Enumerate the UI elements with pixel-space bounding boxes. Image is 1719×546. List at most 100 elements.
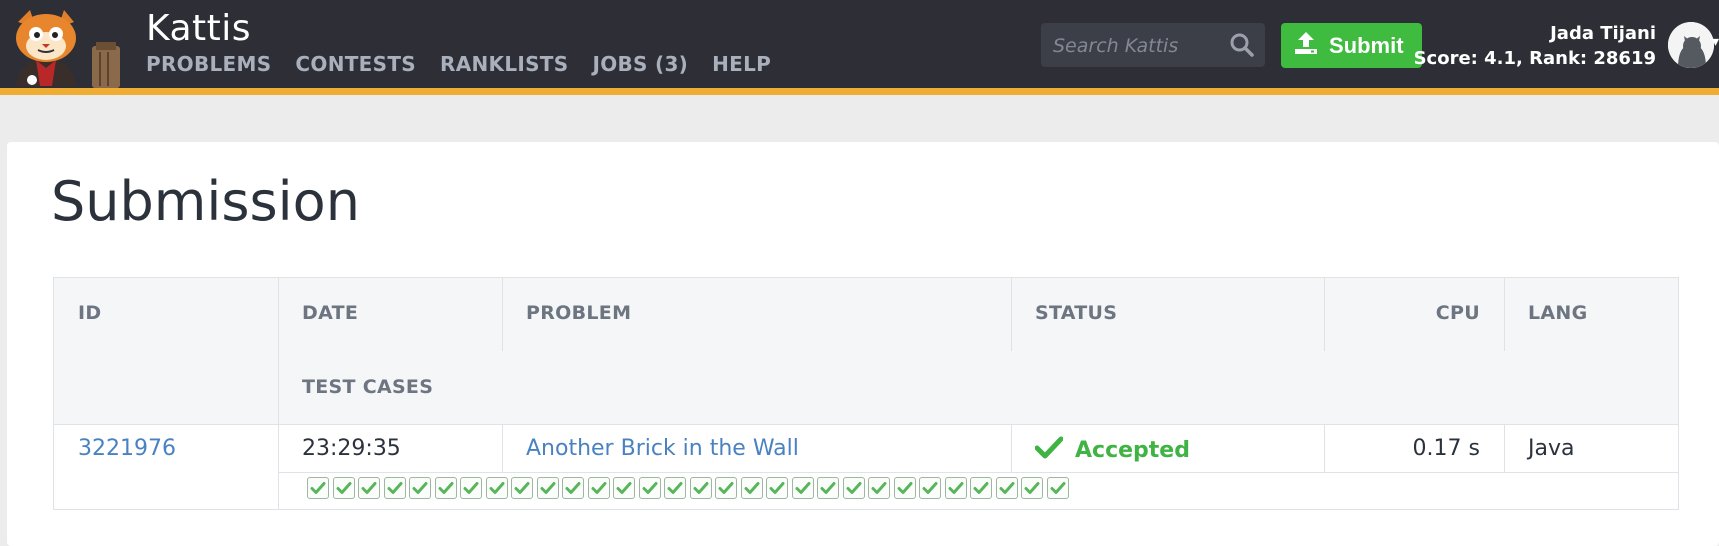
test-case-result[interactable] — [970, 477, 992, 499]
id-header-span — [54, 351, 278, 424]
table-header-row-test-cases — [54, 351, 1678, 425]
test-case-result[interactable] — [1046, 477, 1069, 499]
test-case-result[interactable] — [562, 477, 584, 499]
test-case-result[interactable] — [434, 477, 457, 499]
nav-ranklists[interactable]: RANKLISTS — [440, 52, 568, 76]
test-case-result[interactable] — [460, 477, 482, 499]
check-icon — [999, 482, 1014, 494]
test-cases-list — [307, 477, 1069, 499]
nav-contests[interactable]: CONTESTS — [295, 52, 416, 76]
test-case-result[interactable] — [944, 477, 967, 499]
upload-icon — [1293, 30, 1319, 62]
test-case-result[interactable] — [409, 477, 431, 499]
column-divider — [1011, 278, 1012, 351]
test-case-result[interactable] — [536, 477, 559, 499]
cat-silhouette-icon — [1668, 22, 1714, 68]
column-divider — [1011, 424, 1012, 472]
avatar[interactable] — [1668, 22, 1714, 68]
header-date[interactable]: DATE — [302, 302, 358, 324]
test-case-result[interactable] — [358, 477, 380, 499]
user-score-rank: Score: 4.1, Rank: 28619 — [1413, 48, 1656, 69]
test-case-result[interactable] — [842, 477, 865, 499]
test-case-result[interactable] — [766, 477, 788, 499]
check-icon — [540, 482, 555, 494]
header-cpu[interactable]: CPU — [1324, 302, 1480, 324]
check-icon — [846, 482, 861, 494]
check-icon — [820, 482, 836, 494]
kattis-logo-icon[interactable] — [6, 8, 128, 88]
test-case-result[interactable] — [868, 477, 890, 499]
check-icon — [463, 482, 479, 494]
test-case-result[interactable] — [791, 477, 814, 499]
check-icon — [922, 482, 938, 494]
problem-link[interactable]: Another Brick in the Wall — [526, 436, 799, 461]
check-icon — [897, 482, 912, 494]
test-case-result[interactable] — [715, 477, 737, 499]
check-icon — [361, 482, 377, 494]
nav-problems[interactable]: PROBLEMS — [146, 52, 271, 76]
check-icon — [1050, 482, 1065, 494]
test-case-result[interactable] — [485, 477, 508, 499]
test-case-result[interactable] — [511, 477, 533, 499]
column-divider — [502, 278, 503, 351]
check-icon — [973, 482, 989, 494]
top-navbar: Kattis PROBLEMS CONTESTS RANKLISTS JOBS … — [0, 0, 1719, 88]
search-box — [1041, 23, 1265, 67]
check-icon — [744, 482, 759, 494]
test-case-result[interactable] — [587, 477, 610, 499]
check-icon — [693, 482, 708, 494]
main-nav: PROBLEMS CONTESTS RANKLISTS JOBS (3) HEL… — [146, 52, 771, 76]
test-case-result[interactable] — [307, 477, 329, 499]
check-icon — [489, 482, 504, 494]
check-icon — [795, 482, 810, 494]
check-icon — [387, 482, 402, 494]
test-case-result[interactable] — [664, 477, 686, 499]
check-icon — [616, 482, 632, 494]
header-test-cases: TEST CASES — [302, 376, 434, 398]
test-case-result[interactable] — [613, 477, 635, 499]
row-divider — [278, 472, 1678, 473]
check-icon — [565, 482, 581, 494]
check-icon — [948, 482, 963, 494]
language: Java — [1528, 436, 1575, 461]
brand-title[interactable]: Kattis — [146, 8, 251, 49]
test-case-result[interactable] — [1021, 477, 1043, 499]
check-icon — [769, 482, 785, 494]
search-icon[interactable] — [1229, 32, 1255, 58]
test-case-result[interactable] — [689, 477, 712, 499]
test-case-result[interactable] — [995, 477, 1018, 499]
nav-help[interactable]: HELP — [712, 52, 771, 76]
column-divider — [278, 278, 279, 509]
header-id[interactable]: ID — [78, 302, 101, 324]
column-divider — [1504, 424, 1505, 472]
test-case-result[interactable] — [638, 477, 661, 499]
check-icon — [438, 482, 453, 494]
submission-table: ID DATE PROBLEM STATUS CPU LANG TEST CAS… — [53, 277, 1679, 510]
header-status[interactable]: STATUS — [1035, 302, 1117, 324]
header-lang[interactable]: LANG — [1528, 302, 1588, 324]
header-problem[interactable]: PROBLEM — [526, 302, 631, 324]
test-case-result[interactable] — [893, 477, 916, 499]
test-case-result[interactable] — [817, 477, 839, 499]
test-case-result[interactable] — [919, 477, 941, 499]
submit-button[interactable]: Submit — [1281, 23, 1422, 68]
user-name[interactable]: Jada Tijani — [1550, 23, 1656, 44]
page-title: Submission — [51, 170, 360, 233]
check-icon — [667, 482, 683, 494]
check-icon — [336, 482, 351, 494]
status-badge: Accepted — [1034, 435, 1190, 465]
chevron-down-icon[interactable]: ▾ — [1712, 34, 1719, 50]
status-label: Accepted — [1075, 437, 1190, 463]
header-accent-bar — [0, 88, 1719, 95]
check-icon — [1034, 435, 1064, 465]
search-input[interactable] — [1051, 29, 1225, 63]
submission-id-link[interactable]: 3221976 — [78, 436, 176, 461]
test-case-result[interactable] — [332, 477, 355, 499]
check-icon — [718, 482, 734, 494]
test-case-result[interactable] — [740, 477, 763, 499]
submission-date: 23:29:35 — [302, 436, 401, 461]
submit-label: Submit — [1329, 32, 1404, 58]
cpu-time: 0.17 s — [1412, 436, 1480, 461]
nav-jobs[interactable]: JOBS (3) — [592, 52, 688, 76]
test-case-result[interactable] — [383, 477, 406, 499]
